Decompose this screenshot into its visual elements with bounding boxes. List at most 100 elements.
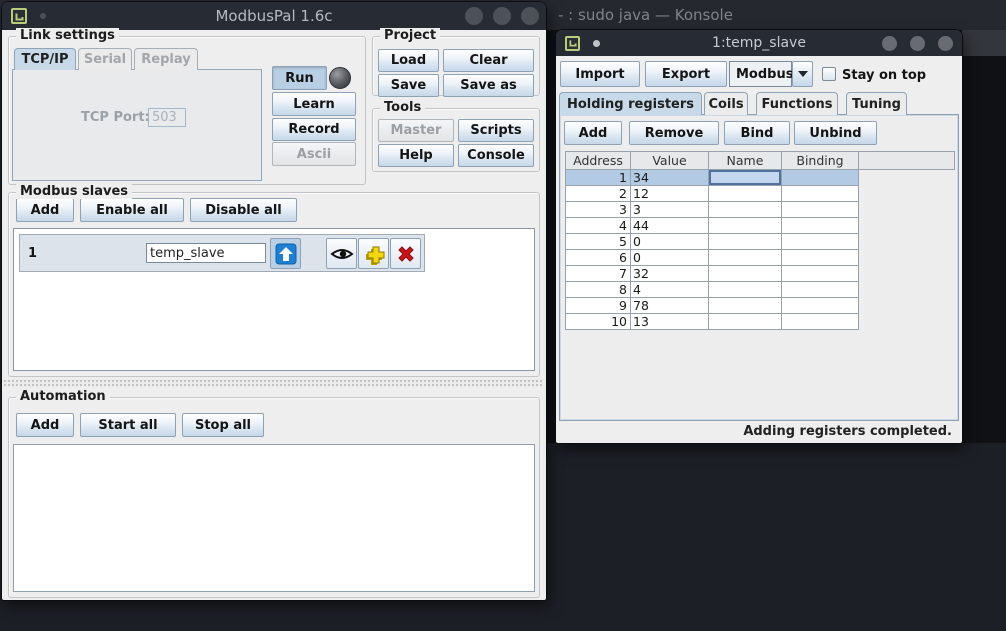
register-unbind-button[interactable]: Unbind xyxy=(794,121,877,145)
slave-enable-toggle[interactable] xyxy=(270,238,301,269)
enable-all-button[interactable]: Enable all xyxy=(80,198,184,222)
window-button-icon[interactable] xyxy=(910,36,925,51)
table-cell-address[interactable]: 4 xyxy=(566,218,631,233)
table-row[interactable]: 50 xyxy=(565,234,859,250)
table-cell-address[interactable]: 6 xyxy=(566,250,631,265)
run-button[interactable]: Run xyxy=(272,66,327,90)
table-cell-value[interactable]: 12 xyxy=(631,186,709,201)
table-cell-value[interactable]: 13 xyxy=(631,314,709,329)
save-as-button[interactable]: Save as xyxy=(443,74,534,97)
slave-name-input[interactable] xyxy=(146,243,266,263)
help-button[interactable]: Help xyxy=(378,144,454,167)
table-cell-name[interactable] xyxy=(709,266,782,281)
table-cell-address[interactable]: 8 xyxy=(566,282,631,297)
window-button-icon[interactable] xyxy=(493,7,511,25)
table-cell-binding[interactable] xyxy=(782,250,859,265)
table-row[interactable]: 732 xyxy=(565,266,859,282)
slave-add-register-button[interactable] xyxy=(358,238,389,269)
tcp-port-input[interactable] xyxy=(148,108,186,127)
tab-tcpip[interactable]: TCP/IP xyxy=(14,48,76,70)
table-cell-value[interactable]: 34 xyxy=(631,170,709,185)
split-pane-divider[interactable] xyxy=(3,379,543,388)
table-cell-address[interactable]: 2 xyxy=(566,186,631,201)
table-row[interactable]: 1013 xyxy=(565,314,859,330)
tab-tuning[interactable]: Tuning xyxy=(846,92,907,115)
table-cell-address[interactable]: 9 xyxy=(566,298,631,313)
table-cell-name[interactable] xyxy=(709,186,782,201)
window-button-icon[interactable] xyxy=(465,7,483,25)
table-cell-name[interactable] xyxy=(709,282,782,297)
modbuspal-titlebar[interactable]: ModbusPal 1.6c xyxy=(2,2,546,30)
mode-combobox[interactable]: Modbus xyxy=(729,61,792,87)
window-button-icon[interactable] xyxy=(521,7,539,25)
record-button[interactable]: Record xyxy=(272,118,356,141)
column-header-name[interactable]: Name xyxy=(709,152,782,169)
column-header-address[interactable]: Address xyxy=(566,152,631,169)
table-row[interactable]: 84 xyxy=(565,282,859,298)
table-cell-address[interactable]: 7 xyxy=(566,266,631,281)
register-add-button[interactable]: Add xyxy=(564,121,622,145)
table-row[interactable]: 60 xyxy=(565,250,859,266)
table-cell-address[interactable]: 10 xyxy=(566,314,631,329)
import-button[interactable]: Import xyxy=(560,61,640,87)
table-cell-name[interactable] xyxy=(709,218,782,233)
register-bind-button[interactable]: Bind xyxy=(724,121,790,145)
table-cell-binding[interactable] xyxy=(782,314,859,329)
table-cell-value[interactable]: 32 xyxy=(631,266,709,281)
disable-all-button[interactable]: Disable all xyxy=(190,198,297,222)
table-cell-name[interactable] xyxy=(709,298,782,313)
table-cell-name[interactable] xyxy=(709,250,782,265)
tab-replay[interactable]: Replay xyxy=(134,48,198,70)
window-button-icon[interactable] xyxy=(938,36,953,51)
slave-delete-button[interactable] xyxy=(390,238,421,269)
stop-all-button[interactable]: Stop all xyxy=(182,413,264,437)
register-remove-button[interactable]: Remove xyxy=(629,121,719,145)
column-header-binding[interactable]: Binding xyxy=(782,152,859,169)
slave-row[interactable]: 1 xyxy=(19,234,425,272)
table-cell-binding[interactable] xyxy=(782,282,859,297)
table-cell-name[interactable] xyxy=(709,170,782,185)
table-cell-address[interactable]: 1 xyxy=(566,170,631,185)
table-cell-value[interactable]: 0 xyxy=(631,250,709,265)
save-button[interactable]: Save xyxy=(378,74,439,97)
table-cell-address[interactable]: 5 xyxy=(566,234,631,249)
table-cell-value[interactable]: 0 xyxy=(631,234,709,249)
table-cell-name[interactable] xyxy=(709,314,782,329)
table-row[interactable]: 444 xyxy=(565,218,859,234)
table-cell-binding[interactable] xyxy=(782,186,859,201)
table-cell-binding[interactable] xyxy=(782,298,859,313)
table-cell-value[interactable]: 78 xyxy=(631,298,709,313)
table-row[interactable]: 978 xyxy=(565,298,859,314)
stay-on-top-checkbox[interactable] xyxy=(822,67,836,81)
scripts-button[interactable]: Scripts xyxy=(458,119,534,142)
table-cell-binding[interactable] xyxy=(782,170,859,185)
automation-add-button[interactable]: Add xyxy=(16,413,74,437)
table-cell-name[interactable] xyxy=(709,234,782,249)
slave-window-titlebar[interactable]: 1:temp_slave xyxy=(556,30,962,56)
table-cell-value[interactable]: 3 xyxy=(631,202,709,217)
slave-view-button[interactable] xyxy=(326,238,357,269)
table-row[interactable]: 212 xyxy=(565,186,859,202)
learn-button[interactable]: Learn xyxy=(272,92,356,116)
table-cell-address[interactable]: 3 xyxy=(566,202,631,217)
table-cell-binding[interactable] xyxy=(782,202,859,217)
tab-functions[interactable]: Functions xyxy=(756,92,838,115)
start-all-button[interactable]: Start all xyxy=(80,413,176,437)
slaves-add-button[interactable]: Add xyxy=(16,198,74,222)
combobox-arrow-button[interactable] xyxy=(792,61,813,87)
table-cell-value[interactable]: 44 xyxy=(631,218,709,233)
master-button[interactable]: Master xyxy=(378,119,454,142)
table-row[interactable]: 134 xyxy=(565,170,859,186)
load-button[interactable]: Load xyxy=(378,49,439,72)
tab-holding-registers[interactable]: Holding registers xyxy=(559,92,702,115)
table-cell-binding[interactable] xyxy=(782,266,859,281)
tab-coils[interactable]: Coils xyxy=(704,92,748,115)
table-cell-name[interactable] xyxy=(709,202,782,217)
column-header-value[interactable]: Value xyxy=(631,152,709,169)
window-button-icon[interactable] xyxy=(882,36,897,51)
export-button[interactable]: Export xyxy=(645,61,727,87)
table-cell-value[interactable]: 4 xyxy=(631,282,709,297)
ascii-button[interactable]: Ascii xyxy=(272,142,356,166)
table-cell-binding[interactable] xyxy=(782,218,859,233)
tab-serial[interactable]: Serial xyxy=(78,48,132,70)
